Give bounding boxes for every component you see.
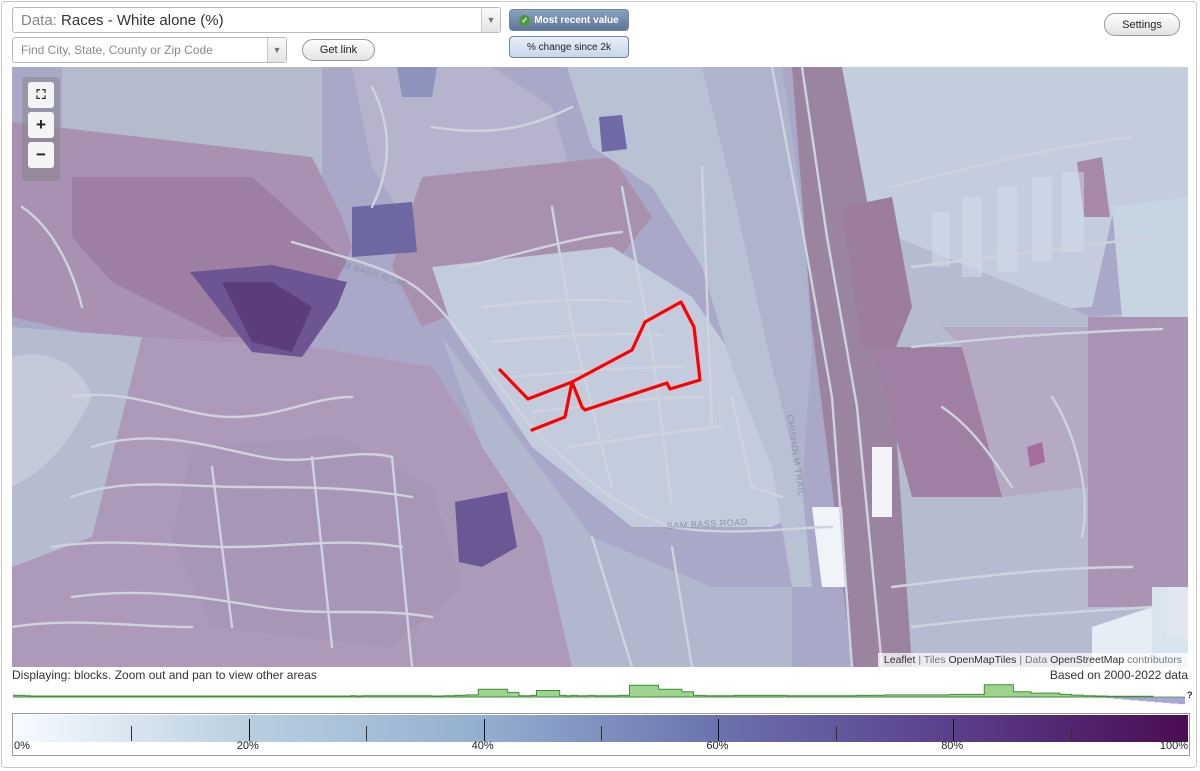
map-controls: ⛶ + − — [22, 77, 60, 181]
legend-label: 40% — [471, 740, 494, 752]
legend-tick — [718, 719, 720, 741]
map-attribution: Leaflet | Tiles OpenMapTiles | Data Open… — [877, 653, 1188, 667]
legend-tick — [483, 719, 485, 741]
map-tiles: SAM BASS ROAD SAM BASS ROAD CHISHOLM TRA… — [12, 67, 1188, 667]
attribution-suffix: contributors — [1127, 654, 1182, 666]
legend-label: 20% — [236, 740, 259, 752]
legend-label: 100% — [1159, 740, 1188, 752]
data-select[interactable]: Data: Races - White alone (%) ▼ — [12, 7, 501, 33]
legend-tick — [131, 726, 133, 741]
zoom-in-button[interactable]: + — [28, 112, 54, 138]
most-recent-value-button[interactable]: ✓ Most recent value — [509, 9, 629, 31]
percent-change-button[interactable]: % change since 2k — [509, 36, 629, 58]
histogram-negative-area — [1098, 697, 1185, 705]
legend-label: 60% — [706, 740, 729, 752]
location-search[interactable]: ▼ — [12, 37, 287, 63]
search-input[interactable] — [13, 38, 271, 62]
chevron-down-icon[interactable]: ▼ — [267, 38, 286, 62]
zoom-out-button[interactable]: − — [28, 142, 54, 168]
data-range-status: Based on 2000-2022 data — [1049, 668, 1188, 682]
check-icon: ✓ — [519, 14, 531, 26]
value-histogram — [13, 684, 1185, 705]
leaflet-link[interactable]: Leaflet — [884, 654, 916, 666]
get-link-button[interactable]: Get link — [302, 39, 375, 61]
most-recent-value-label: Most recent value — [534, 14, 619, 26]
openmaptiles-link[interactable]: OpenMapTiles — [949, 654, 1017, 666]
displaying-status: Displaying: blocks. Zoom out and pan to … — [12, 668, 317, 682]
data-prefix: | Data — [1019, 654, 1048, 666]
data-select-value: Races - White alone (%) — [61, 12, 224, 29]
fullscreen-icon[interactable]: ⛶ — [28, 82, 54, 108]
choropleth-map[interactable]: SAM BASS ROAD SAM BASS ROAD CHISHOLM TRA… — [12, 67, 1188, 667]
tiles-prefix: | Tiles — [918, 654, 946, 666]
legend-tick — [1070, 726, 1072, 741]
histogram-help-icon[interactable]: ? — [1187, 690, 1193, 700]
chevron-down-icon[interactable]: ▼ — [481, 8, 500, 32]
legend-tick — [953, 719, 955, 741]
legend-label: 80% — [941, 740, 964, 752]
percent-change-label: % change since 2k — [527, 41, 611, 53]
data-select-label: Data: — [21, 12, 57, 29]
legend-label: 0% — [14, 740, 30, 752]
legend-tick — [248, 719, 250, 741]
legend-tick — [835, 726, 837, 741]
color-legend: 0% 20% 40% 60% 80% 100% — [12, 713, 1190, 756]
settings-button[interactable]: Settings — [1104, 13, 1180, 36]
openstreetmap-link[interactable]: OpenStreetMap — [1050, 654, 1124, 666]
legend-tick — [601, 726, 602, 741]
histogram-area — [13, 684, 1154, 698]
legend-tick — [366, 726, 368, 741]
